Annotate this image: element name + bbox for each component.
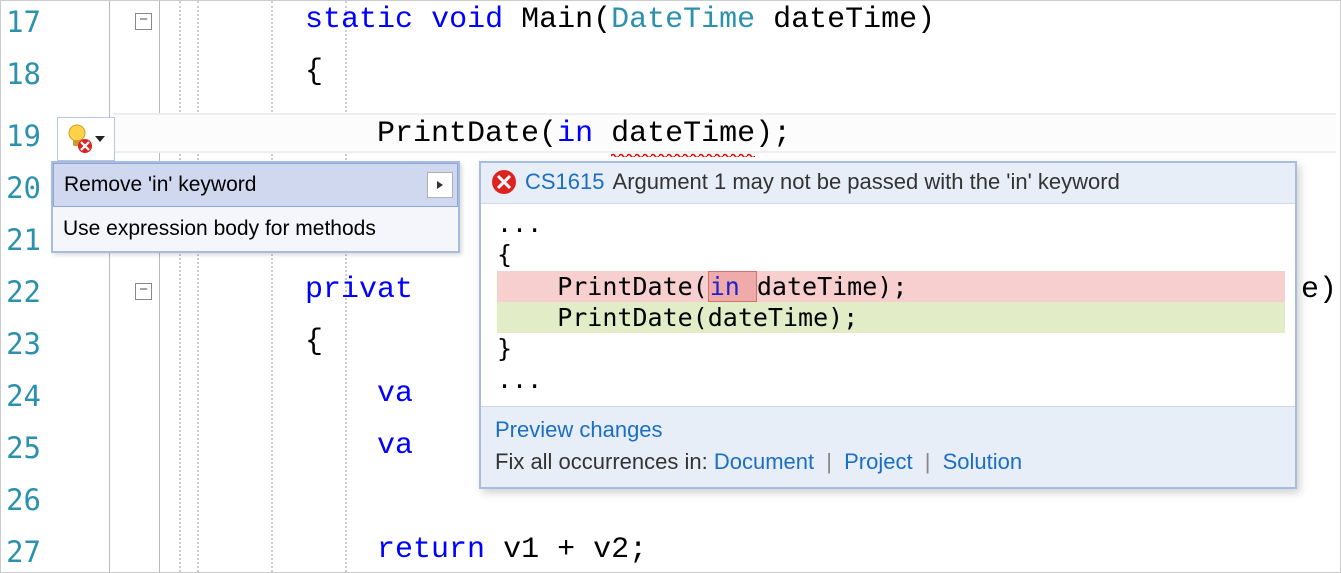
diff-removed-line: PrintDate(in dateTime); xyxy=(497,271,1285,302)
diff-added-line: PrintDate(dateTime); xyxy=(497,302,1285,333)
error-message: Argument 1 may not be passed with the 'i… xyxy=(613,169,1120,195)
diff-brace: { xyxy=(497,239,1285,270)
error-code: CS1615 xyxy=(525,169,605,195)
fold-toggle-icon[interactable] xyxy=(135,283,152,300)
fix-scope-project[interactable]: Project xyxy=(844,449,912,474)
diff-context: ... xyxy=(497,208,1285,239)
fix-all-label: Fix all occurrences in: xyxy=(495,449,708,474)
lineno-22: 22 xyxy=(1,275,41,309)
error-icon xyxy=(491,169,517,195)
lineno-18: 18 xyxy=(1,57,41,91)
code-line-18[interactable]: { xyxy=(161,57,1340,87)
action-label: Use expression body for methods xyxy=(63,217,376,241)
diff-preview: ... { PrintDate(in dateTime); PrintDate(… xyxy=(481,204,1295,406)
code-line-19[interactable]: PrintDate(in dateTime); xyxy=(161,119,1340,149)
lineno-25: 25 xyxy=(1,431,41,465)
quick-actions-bulb[interactable] xyxy=(57,117,115,161)
action-use-expression-body[interactable]: Use expression body for methods xyxy=(53,207,458,251)
lineno-19: 19 xyxy=(1,119,41,153)
code-line-27[interactable]: return v1 + v2; xyxy=(161,535,1340,565)
action-label: Remove 'in' keyword xyxy=(64,173,256,197)
lineno-24: 24 xyxy=(1,379,41,413)
lightbulb-error-icon xyxy=(66,124,92,154)
lineno-26: 26 xyxy=(1,483,41,517)
fix-preview-popup: CS1615 Argument 1 may not be passed with… xyxy=(479,161,1297,489)
fold-toggle-icon[interactable] xyxy=(135,13,152,30)
chevron-down-icon xyxy=(94,134,106,144)
fix-scope-solution[interactable]: Solution xyxy=(943,449,1023,474)
diff-brace: } xyxy=(497,333,1285,364)
submenu-arrow-icon[interactable] xyxy=(427,172,453,198)
lineno-27: 27 xyxy=(1,535,41,569)
preview-changes-link[interactable]: Preview changes xyxy=(495,417,663,442)
preview-footer: Preview changes Fix all occurrences in: … xyxy=(481,406,1295,487)
diff-context: ... xyxy=(497,364,1285,395)
removed-keyword: in xyxy=(708,271,757,302)
lineno-23: 23 xyxy=(1,327,41,361)
quick-actions-menu: Remove 'in' keyword Use expression body … xyxy=(51,161,460,253)
lineno-21: 21 xyxy=(1,223,41,257)
fix-scope-document[interactable]: Document xyxy=(714,449,814,474)
code-editor[interactable]: 17 18 19 20 21 22 23 24 25 26 27 static … xyxy=(0,0,1341,573)
action-remove-in-keyword[interactable]: Remove 'in' keyword xyxy=(53,163,458,207)
error-header: CS1615 Argument 1 may not be passed with… xyxy=(481,163,1295,204)
lineno-17: 17 xyxy=(1,5,41,39)
error-squiggle: dateTime xyxy=(611,117,755,151)
code-line-17[interactable]: static void Main(DateTime dateTime) xyxy=(161,5,1340,35)
lineno-20: 20 xyxy=(1,171,41,205)
gutter: 17 18 19 20 21 22 23 24 25 26 27 xyxy=(1,1,109,572)
